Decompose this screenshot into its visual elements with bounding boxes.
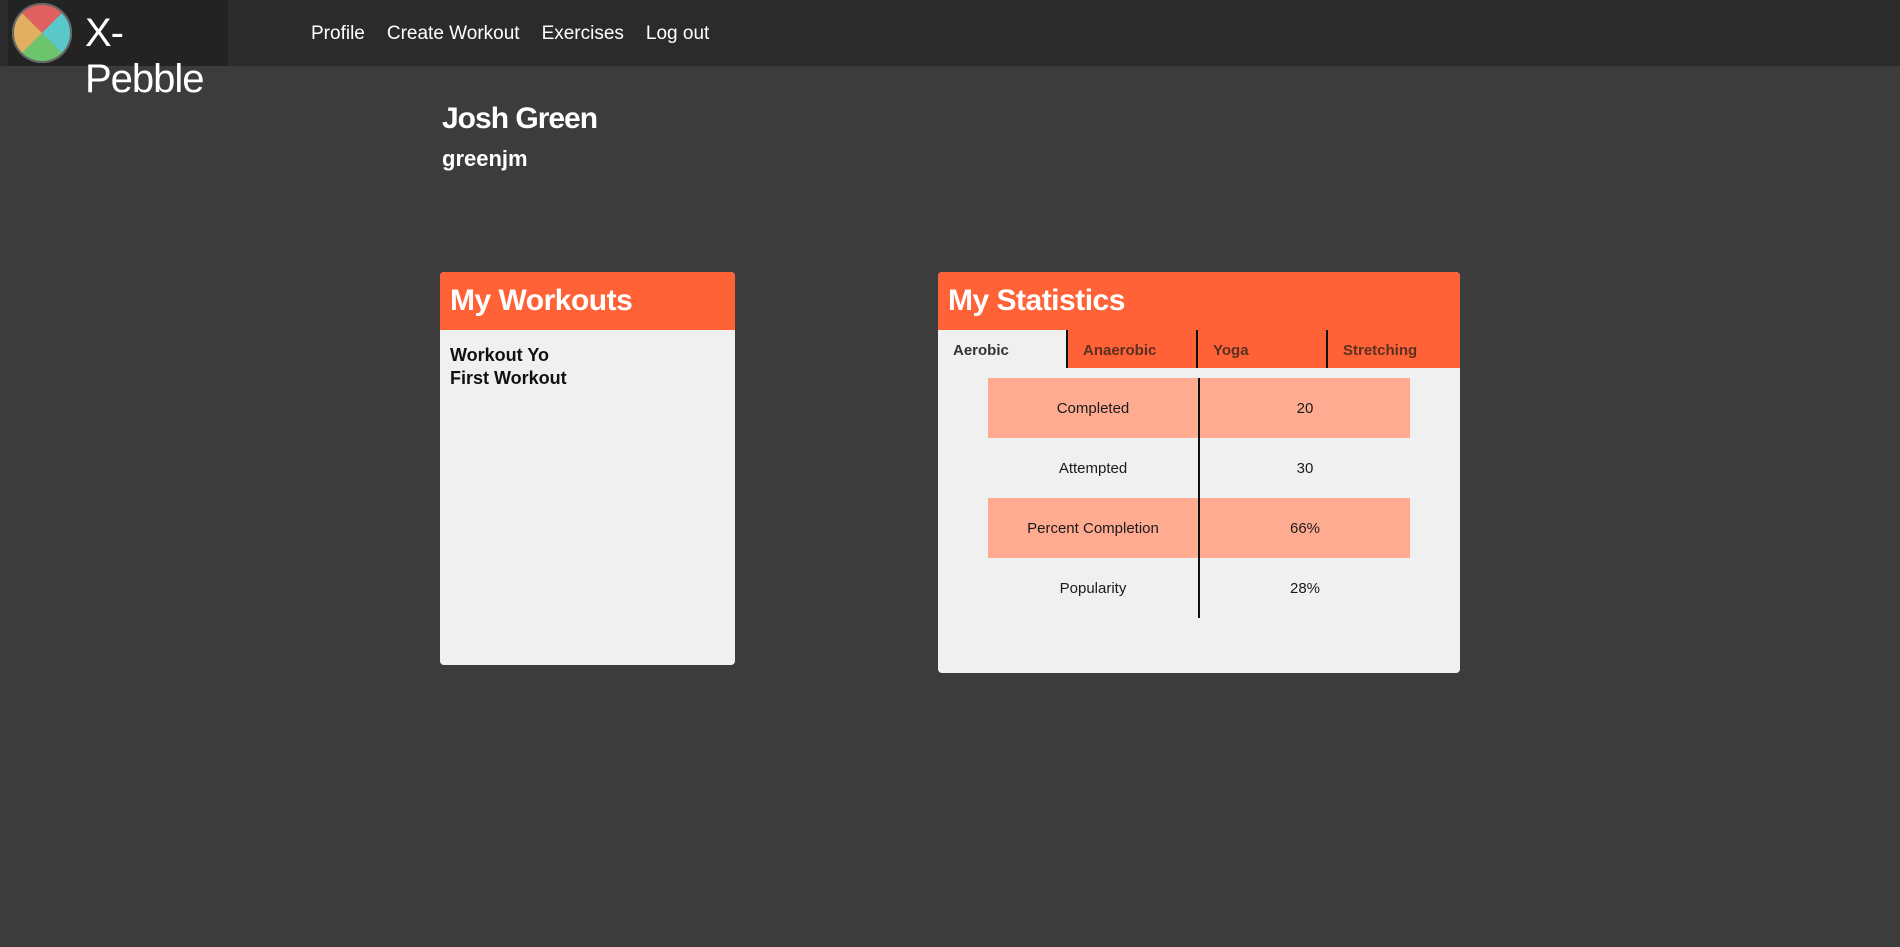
statistics-tabs: Aerobic Anaerobic Yoga Stretching bbox=[938, 330, 1460, 368]
pebble-logo-icon bbox=[11, 3, 72, 63]
stat-label: Popularity bbox=[988, 558, 1200, 618]
stat-value: 30 bbox=[1296, 459, 1314, 477]
workout-list: Workout Yo First Workout bbox=[440, 330, 735, 404]
stat-label: Attempted bbox=[988, 438, 1200, 498]
workouts-card-title: My Workouts bbox=[450, 284, 633, 317]
workouts-card-header: My Workouts bbox=[440, 272, 735, 330]
statistics-card-header: My Statistics bbox=[938, 272, 1460, 330]
stat-row-attempted: Attempted 30 bbox=[988, 438, 1410, 498]
workout-item[interactable]: Workout Yo bbox=[450, 344, 725, 367]
stat-label: Percent Completion bbox=[988, 498, 1200, 558]
statistics-table: Completed 20 Attempted 30 Percent Comple… bbox=[988, 378, 1410, 618]
nav-links: Profile Create Workout Exercises Log out bbox=[311, 22, 709, 46]
stat-value: 28% bbox=[1289, 579, 1321, 597]
top-navbar: X-Pebble Profile Create Workout Exercise… bbox=[0, 0, 1900, 101]
nav-exercises-link[interactable]: Exercises bbox=[542, 22, 624, 46]
stat-value: 66% bbox=[1200, 498, 1410, 558]
stat-row-percent-completion: Percent Completion 66% bbox=[988, 498, 1410, 558]
brand-logo-area[interactable]: X-Pebble bbox=[8, 0, 228, 101]
nav-logout-link[interactable]: Log out bbox=[646, 22, 709, 46]
stat-label: Completed bbox=[988, 378, 1200, 438]
stat-row-popularity: Popularity 28% bbox=[988, 558, 1410, 618]
tab-yoga[interactable]: Yoga bbox=[1198, 330, 1328, 368]
brand-name: X-Pebble bbox=[85, 11, 205, 101]
statistics-card-title: My Statistics bbox=[948, 284, 1125, 317]
workout-item[interactable]: First Workout bbox=[450, 367, 725, 390]
stat-value: 20 bbox=[1200, 378, 1410, 438]
tab-anaerobic[interactable]: Anaerobic bbox=[1068, 330, 1198, 368]
nav-profile-link[interactable]: Profile bbox=[311, 22, 365, 46]
user-full-name: Josh Green bbox=[442, 102, 598, 135]
tab-aerobic[interactable]: Aerobic bbox=[938, 330, 1068, 368]
stat-row-completed: Completed 20 bbox=[988, 378, 1410, 438]
user-username: greenjm bbox=[442, 146, 528, 171]
my-workouts-card: My Workouts Workout Yo First Workout bbox=[440, 272, 735, 665]
tab-stretching[interactable]: Stretching bbox=[1328, 330, 1460, 368]
my-statistics-card: My Statistics Aerobic Anaerobic Yoga Str… bbox=[938, 272, 1460, 673]
nav-create-workout-link[interactable]: Create Workout bbox=[387, 22, 520, 46]
